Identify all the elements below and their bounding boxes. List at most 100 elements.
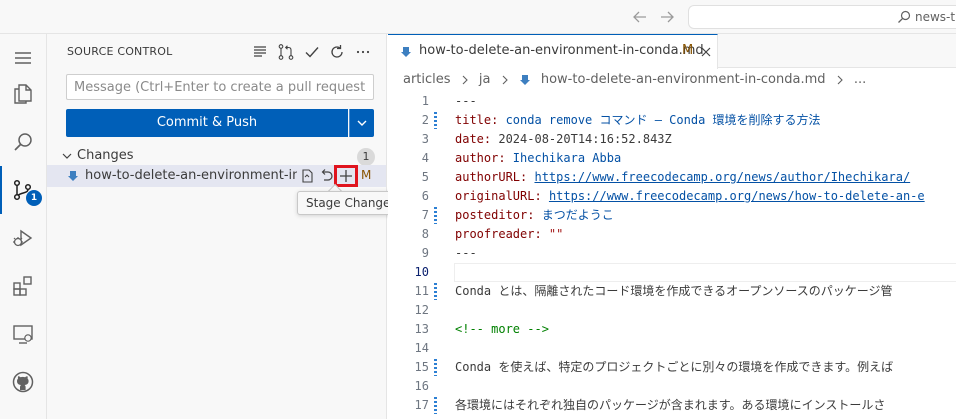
more-actions-icon[interactable]: [353, 42, 373, 62]
explorer-icon[interactable]: [0, 70, 47, 118]
create-pull-request-icon[interactable]: [276, 42, 296, 62]
breadcrumb-symbols[interactable]: ...: [854, 72, 866, 87]
tab-modified-badge: M: [682, 43, 694, 58]
commit-dropdown-button[interactable]: [349, 109, 374, 137]
line-number: 11: [414, 284, 429, 298]
modified-line-gutter-marker[interactable]: [434, 359, 437, 376]
modified-line-gutter-marker[interactable]: [434, 112, 437, 129]
line-content: ---: [455, 244, 477, 263]
refresh-icon[interactable]: [327, 42, 347, 62]
command-center-search[interactable]: news-tr: [688, 5, 956, 29]
modified-line-gutter-marker[interactable]: [434, 397, 437, 414]
panel-title: SOURCE CONTROL: [67, 45, 173, 58]
code-token: 2024-08-20T14:16:52.843Z: [491, 132, 672, 146]
code-token[interactable]: https://www.freecodecamp.org/news/how-to…: [549, 189, 925, 203]
open-file-icon[interactable]: [298, 167, 316, 185]
code-token: date:: [455, 132, 492, 146]
line-content: originalURL: https://www.freecodecamp.or…: [455, 187, 925, 206]
close-icon[interactable]: [699, 45, 713, 59]
code-token: authorURL:: [455, 170, 528, 184]
code-line[interactable]: 16: [388, 377, 956, 396]
code-line[interactable]: 10: [388, 263, 956, 282]
source-control-badge: 1: [26, 190, 42, 206]
commit-check-icon[interactable]: [302, 42, 322, 62]
modified-line-gutter-marker[interactable]: [434, 283, 437, 300]
search-icon: [897, 10, 911, 24]
run-debug-icon[interactable]: [0, 214, 47, 262]
code-token: title:: [455, 113, 499, 127]
chevron-right-icon: [502, 75, 508, 84]
code-token: Conda とは、隔離されたコード環境を作成できるオープンソースのパッケージ管: [455, 284, 893, 298]
code-line[interactable]: 11 Conda とは、隔離されたコード環境を作成できるオープンソースのパッケージ…: [388, 282, 956, 301]
code-line[interactable]: 14: [388, 339, 956, 358]
current-line-highlight: [454, 263, 956, 282]
breadcrumb: articles ja how-to-delete-an-environment…: [403, 72, 866, 90]
stage-changes-button[interactable]: [334, 165, 358, 187]
modified-status-badge: M: [361, 168, 372, 182]
line-number: 7: [421, 208, 429, 222]
markdown-file-icon: [400, 46, 412, 58]
markdown-file-icon: [519, 74, 530, 85]
line-content: ---: [455, 92, 477, 111]
breadcrumb-articles[interactable]: articles: [403, 72, 451, 87]
extensions-icon[interactable]: [0, 262, 47, 310]
changed-file-name: how-to-delete-an-environment-in-...: [85, 168, 297, 183]
code-line[interactable]: 8 proofreader: "": [388, 225, 956, 244]
back-arrow-icon[interactable]: [630, 7, 650, 27]
code-line[interactable]: 12: [388, 301, 956, 320]
search-text: news-tr: [915, 10, 956, 24]
code-line[interactable]: 9 ---: [388, 244, 956, 263]
code-token: ---: [455, 246, 477, 260]
code-line[interactable]: 2 title: conda remove コマンド – Conda 環境を削除す…: [388, 111, 956, 130]
forward-arrow-icon[interactable]: [657, 7, 677, 27]
line-content: Conda を使えば、特定のプロジェクトごとに別々の環境を作成できます。例えば: [455, 358, 893, 377]
changes-label: Changes: [77, 148, 134, 163]
remote-explorer-icon[interactable]: [0, 310, 47, 358]
plus-icon: [340, 170, 352, 182]
editor-area: how-to-delete-an-environment-in-conda.md…: [388, 34, 956, 419]
commit-and-push-button[interactable]: Commit & Push: [66, 109, 348, 137]
code-line[interactable]: 1 ---: [388, 92, 956, 111]
code-line[interactable]: 15 Conda を使えば、特定のプロジェクトごとに別々の環境を作成できます。例え…: [388, 358, 956, 377]
line-number: 9: [421, 246, 429, 260]
code-token: まつだようこ: [534, 208, 614, 222]
line-content: date: 2024-08-20T14:16:52.843Z: [455, 130, 672, 149]
code-line[interactable]: 4 author: Ihechikara Abba: [388, 149, 956, 168]
line-content: posteditor: まつだようこ: [455, 206, 614, 225]
line-number: 3: [421, 132, 429, 146]
chevron-right-icon: [462, 75, 468, 84]
commit-message-input[interactable]: [66, 74, 374, 100]
editor-tab[interactable]: how-to-delete-an-environment-in-conda.md…: [388, 34, 718, 69]
line-number: 4: [421, 151, 429, 165]
line-number: 16: [414, 379, 429, 393]
code-token: proofreader:: [455, 227, 542, 241]
title-bar: news-tr: [0, 0, 956, 34]
code-line[interactable]: 7 posteditor: まつだようこ: [388, 206, 956, 225]
view-as-tree-icon[interactable]: [250, 42, 270, 62]
discard-changes-icon[interactable]: [317, 167, 335, 185]
code-line[interactable]: 5 authorURL: https://www.freecodecamp.org…: [388, 168, 956, 187]
line-number: 5: [421, 170, 429, 184]
github-icon[interactable]: [0, 358, 47, 406]
code-line[interactable]: 13 <!-- more -->: [388, 320, 956, 339]
markdown-file-icon: [67, 170, 79, 182]
code-line[interactable]: 6 originalURL: https://www.freecodecamp.o…: [388, 187, 956, 206]
chevron-down-icon: [357, 120, 367, 126]
search-view-icon[interactable]: [0, 118, 47, 166]
code-token[interactable]: https://www.freecodecamp.org/news/author…: [534, 170, 910, 184]
breadcrumb-ja[interactable]: ja: [479, 72, 491, 87]
code-line[interactable]: 3 date: 2024-08-20T14:16:52.843Z: [388, 130, 956, 149]
source-control-icon[interactable]: [0, 166, 47, 214]
code-line[interactable]: 17 各環境にはそれぞれ独自のパッケージが含まれます。ある環境にインストールさ: [388, 396, 956, 415]
chevron-right-icon: [837, 75, 843, 84]
modified-line-gutter-marker[interactable]: [434, 207, 437, 224]
code-token: Conda を使えば、特定のプロジェクトごとに別々の環境を作成できます。例えば: [455, 360, 894, 374]
line-content: author: Ihechikara Abba: [455, 149, 621, 168]
line-number: 13: [414, 322, 429, 336]
code-editor[interactable]: 1 --- 2 title: conda remove コマンド – Conda 環境…: [388, 92, 956, 419]
breadcrumb-file[interactable]: how-to-delete-an-environment-in-conda.md: [541, 72, 826, 87]
code-token: conda remove コマンド – Conda 環境を削除する方法: [498, 113, 821, 127]
line-content: authorURL: https://www.freecodecamp.org/…: [455, 168, 910, 187]
line-number: 14: [414, 341, 429, 355]
tab-title: how-to-delete-an-environment-in-conda.md: [419, 43, 704, 58]
